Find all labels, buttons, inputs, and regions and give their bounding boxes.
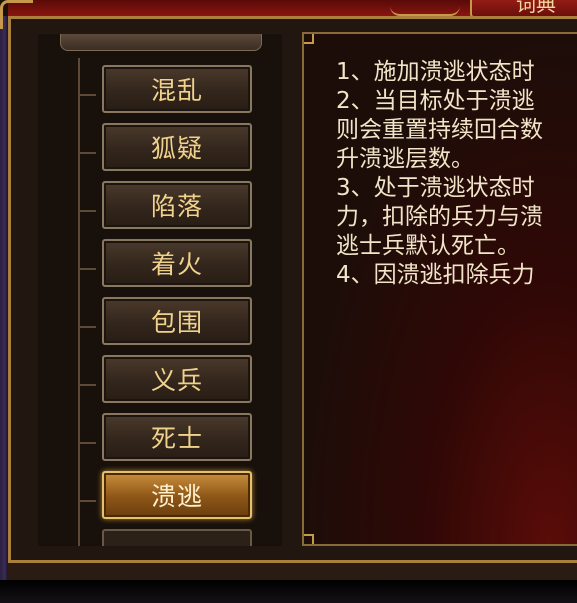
description-line: 2、当目标处于溃逃 [336,88,535,114]
description-text: 1、施加溃逃状态时 2、当目标处于溃逃 则会重置持续回合数 升溃逃层数。 3、处… [336,58,577,290]
tree-branch [78,374,96,386]
tree-branch [78,316,96,328]
description-line: 升溃逃层数。 [336,146,474,172]
list-item: 混乱 [38,62,282,116]
description-line: 逃士兵默认死亡。 [336,233,520,259]
list-item: 义兵 [38,352,282,406]
term-label: 溃逃 [150,482,203,511]
term-button-deathsquad[interactable]: 死士 [102,413,252,461]
tree-branch [78,432,96,444]
term-label: 着火 [150,250,203,279]
term-label: 死士 [150,424,203,453]
corner-ornament [304,534,314,544]
list-item: 着火 [38,236,282,290]
term-label: 义兵 [150,366,203,395]
dictionary-window: 词典 混乱 狐疑 陷落 着火 包围 义兵 死士 溃逃 1、施加溃逃状态时 2、当… [0,0,577,603]
tree-branch [78,84,96,96]
term-label: 混乱 [150,76,203,105]
corner-ornament [304,34,314,44]
description-line: 力，扣除的兵力与溃 [336,204,543,230]
background-bottom [0,580,577,603]
term-list[interactable]: 混乱 狐疑 陷落 着火 包围 义兵 死士 溃逃 [38,34,282,546]
background-edge [0,16,8,603]
term-button-chaos[interactable]: 混乱 [102,65,252,113]
term-button-doubt[interactable]: 狐疑 [102,123,252,171]
term-button-partial[interactable] [102,529,252,546]
list-item: 包围 [38,294,282,348]
term-label: 包围 [150,308,203,337]
header-ornament [390,0,460,16]
tree-branch [78,490,96,502]
list-scroll-cap [60,34,262,51]
tree-branch [78,142,96,154]
list-item: 陷落 [38,178,282,232]
tree-branch [78,258,96,270]
description-panel: 1、施加溃逃状态时 2、当目标处于溃逃 则会重置持续回合数 升溃逃层数。 3、处… [302,32,577,546]
term-label: 陷落 [150,192,203,221]
term-button-rout[interactable]: 溃逃 [102,471,252,519]
description-line: 则会重置持续回合数 [336,117,543,143]
term-button-militia[interactable]: 义兵 [102,355,252,403]
list-item: 溃逃 [38,468,282,522]
list-item: 死士 [38,410,282,464]
tree-branch [78,200,96,212]
description-line: 4、因溃逃扣除兵力 [336,262,535,288]
list-item [38,526,282,546]
term-label: 狐疑 [150,134,203,163]
list-item: 狐疑 [38,120,282,174]
term-button-fire[interactable]: 着火 [102,239,252,287]
term-button-siege[interactable]: 包围 [102,297,252,345]
description-line: 3、处于溃逃状态时 [336,175,535,201]
term-button-fall[interactable]: 陷落 [102,181,252,229]
description-line: 1、施加溃逃状态时 [336,59,535,85]
tab-dictionary-label: 词典 [516,0,556,16]
